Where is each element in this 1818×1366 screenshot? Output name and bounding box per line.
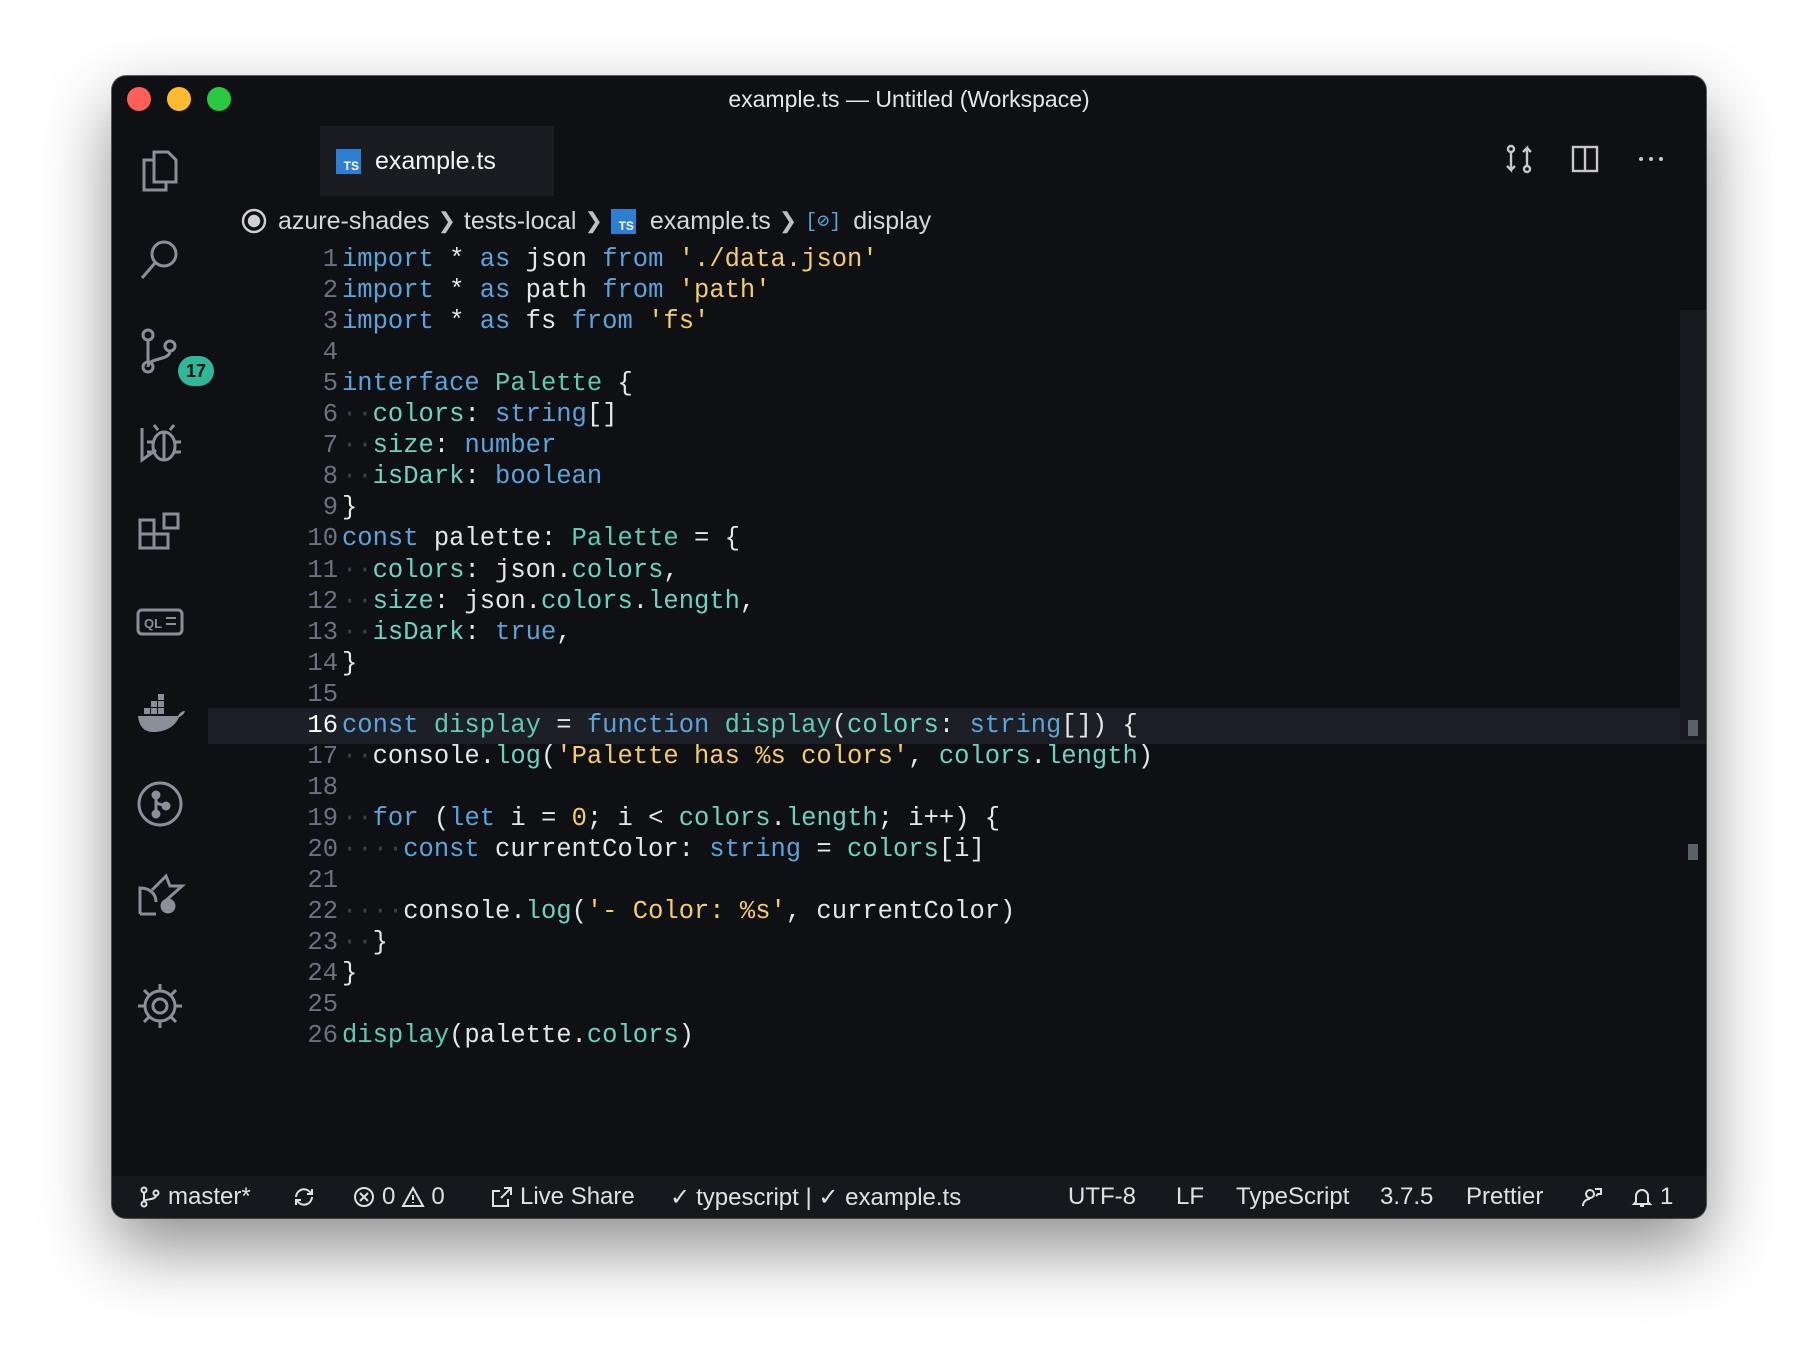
- code-editor[interactable]: 1 import * as json from './data.json' 2 imp…: [208, 245, 1706, 1176]
- branch-name: master*: [168, 1183, 251, 1210]
- notifications-button[interactable]: 1: [1630, 1176, 1673, 1218]
- typescript-check-status[interactable]: ✓ typescript | ✓ example.ts: [670, 1176, 961, 1218]
- warning-count: 0: [431, 1183, 445, 1210]
- language-mode-status[interactable]: TypeScript: [1236, 1176, 1349, 1218]
- language-label: TypeScript: [1236, 1183, 1350, 1210]
- editor-actions: [1500, 140, 1670, 178]
- scrollbar-marker: [1688, 720, 1698, 736]
- breadcrumb-root[interactable]: azure-shades: [278, 207, 429, 236]
- chevron-right-icon: ❯: [584, 208, 603, 233]
- notification-count: 1: [1660, 1183, 1674, 1210]
- problems-status[interactable]: 0 0: [352, 1176, 445, 1218]
- scrollbar-marker: [1688, 844, 1698, 860]
- minimize-window-button[interactable]: [167, 87, 191, 111]
- eol-status[interactable]: LF: [1176, 1176, 1204, 1218]
- git-graph-icon[interactable]: [134, 778, 186, 830]
- search-icon[interactable]: [134, 234, 186, 286]
- warning-icon: [401, 1185, 426, 1207]
- zoom-window-button[interactable]: [207, 87, 231, 111]
- chevron-right-icon: ❯: [437, 208, 456, 233]
- code-line[interactable]: 26 display(palette.colors): [208, 1018, 1706, 1054]
- line-text: display(palette.colors): [342, 1021, 694, 1051]
- breadcrumb-file[interactable]: example.ts: [650, 207, 771, 236]
- breadcrumb-folder[interactable]: tests-local: [464, 207, 577, 236]
- extensions-icon[interactable]: [134, 508, 186, 560]
- more-actions-icon[interactable]: [1632, 140, 1670, 178]
- close-window-button[interactable]: [127, 87, 151, 111]
- chevron-right-icon: ❯: [778, 208, 798, 233]
- error-count: 0: [382, 1183, 396, 1210]
- svg-text:QL: QL: [144, 616, 162, 631]
- branch-status[interactable]: master*: [138, 1176, 251, 1218]
- live-share-button[interactable]: Live Share: [490, 1176, 635, 1218]
- feedback-person-icon: [1582, 1188, 1602, 1207]
- live-share-icon: [492, 1187, 512, 1207]
- feedback-button[interactable]: [1580, 1176, 1604, 1218]
- remote-icon[interactable]: [134, 868, 186, 920]
- ql-icon[interactable]: QL: [134, 596, 186, 648]
- error-icon: [354, 1187, 374, 1207]
- activity-bar: 17 QL: [112, 122, 214, 1176]
- vertical-scrollbar[interactable]: [1680, 310, 1706, 860]
- breadcrumb: azure-shades ❯ tests-local ❯ TS example.…: [240, 196, 931, 246]
- line-number: 26: [307, 1021, 338, 1051]
- live-share-label: Live Share: [520, 1183, 635, 1210]
- breadcrumb-symbol[interactable]: display: [853, 207, 931, 236]
- tab-label: example.ts: [375, 146, 496, 175]
- bell-icon: [1631, 1189, 1653, 1207]
- files-icon[interactable]: [134, 144, 186, 196]
- eol-label: LF: [1176, 1183, 1205, 1210]
- ts-check-label: typescript | ✓ example.ts: [696, 1183, 962, 1211]
- split-editor-icon[interactable]: [1566, 140, 1604, 178]
- repository-icon: [241, 208, 267, 234]
- encoding-status[interactable]: UTF-8: [1068, 1176, 1136, 1218]
- typescript-file-icon: TS: [610, 208, 636, 234]
- formatter-label: Prettier: [1466, 1183, 1544, 1210]
- docker-icon[interactable]: [134, 688, 186, 740]
- debug-icon[interactable]: [134, 418, 186, 470]
- vscode-window: example.ts — Untitled (Workspace) 17 QL: [112, 76, 1706, 1218]
- open-changes-icon[interactable]: [1500, 140, 1538, 178]
- sync-button[interactable]: [292, 1176, 316, 1218]
- ts-version-status[interactable]: 3.7.5: [1380, 1176, 1433, 1218]
- sync-icon: [295, 1188, 313, 1206]
- settings-gear-icon[interactable]: [134, 980, 186, 1032]
- tab-example-ts[interactable]: TS example.ts: [320, 126, 554, 196]
- typescript-file-icon: TS: [336, 148, 361, 174]
- encoding-label: UTF-8: [1068, 1183, 1136, 1210]
- title-bar: example.ts — Untitled (Workspace): [112, 76, 1706, 122]
- version-label: 3.7.5: [1380, 1183, 1434, 1210]
- check-icon: ✓: [670, 1183, 691, 1211]
- window-title: example.ts — Untitled (Workspace): [728, 85, 1090, 112]
- tab-bar: TS example.ts: [208, 122, 1706, 196]
- status-bar: master* 0 0 Live Share ✓ typescript | ✓ …: [112, 1176, 1706, 1218]
- prettier-status[interactable]: Prettier: [1466, 1176, 1543, 1218]
- source-control-icon[interactable]: 17: [134, 326, 214, 386]
- git-branch-icon: [140, 1186, 160, 1208]
- symbol-variable-icon: [⊘]: [805, 211, 842, 234]
